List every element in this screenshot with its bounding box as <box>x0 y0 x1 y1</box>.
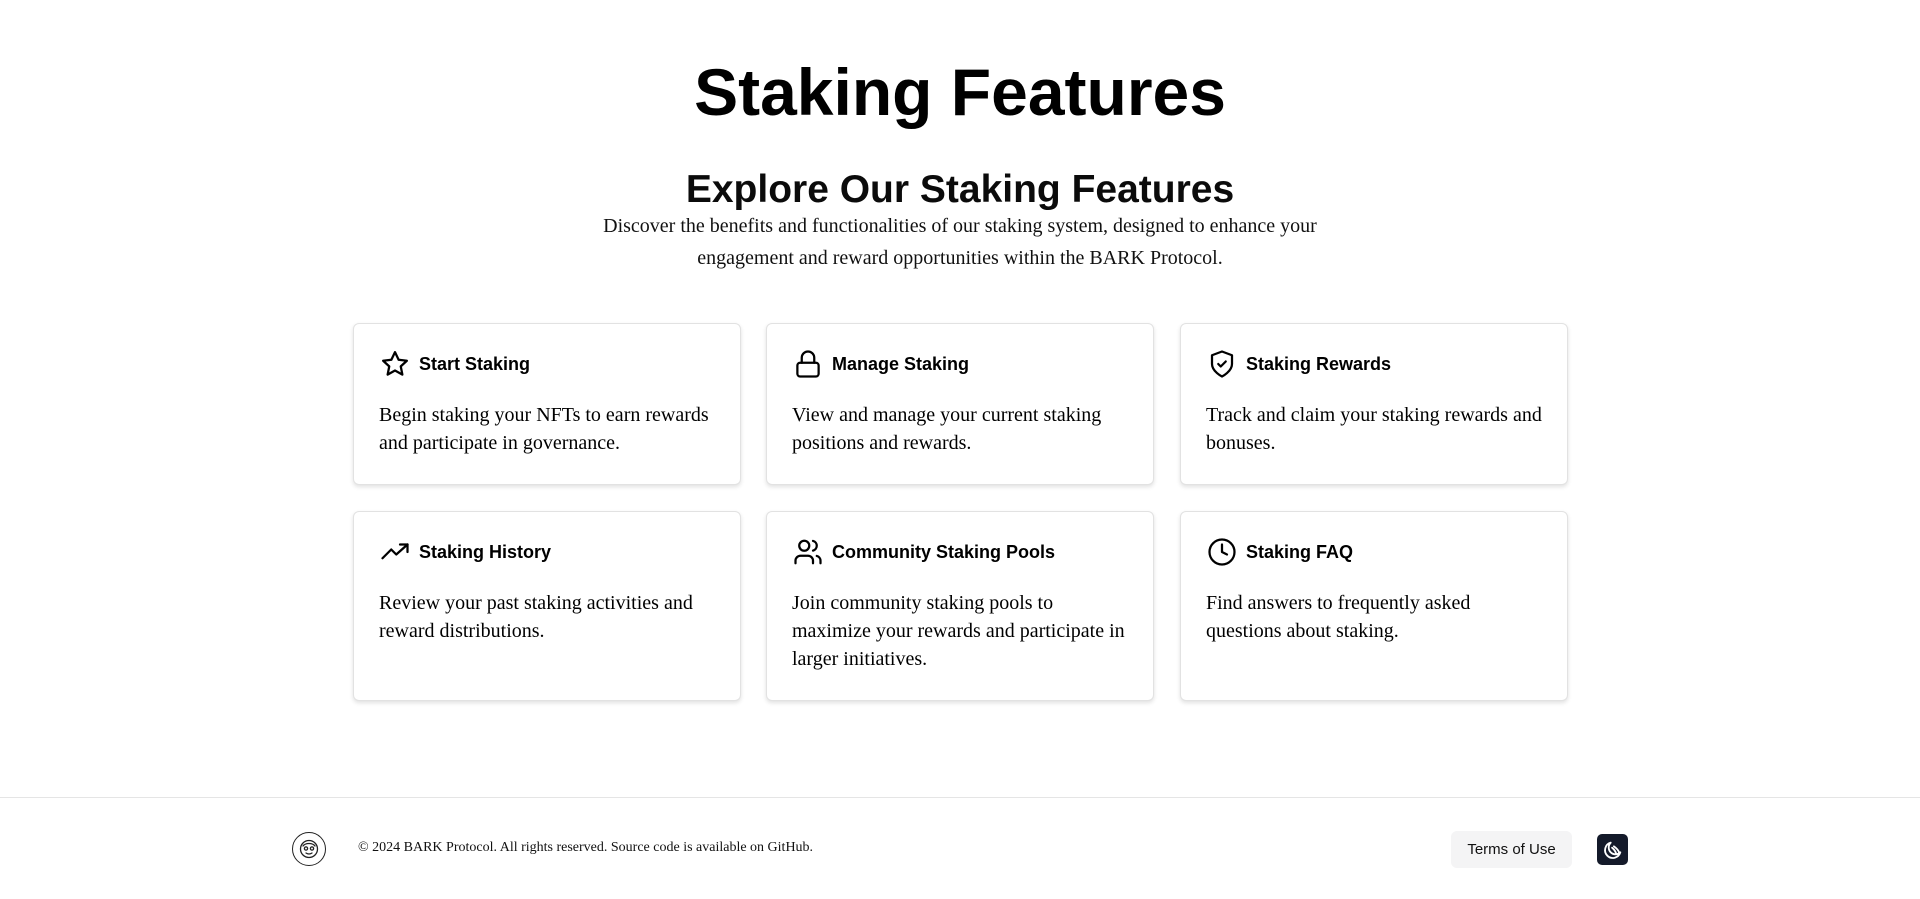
feature-description: View and manage your current staking pos… <box>792 404 1102 454</box>
feature-description: Track and claim your staking rewards and… <box>1206 404 1542 454</box>
feature-title: Staking Rewards <box>1246 353 1392 374</box>
bark-logo-icon[interactable] <box>292 832 326 866</box>
feature-title: Start Staking <box>419 353 531 374</box>
feature-card-community-staking-pools[interactable]: Community Staking Pools Join community s… <box>766 511 1154 701</box>
feature-description: Begin staking your NFTs to earn rewards … <box>379 404 709 454</box>
feature-description: Review your past staking activities and … <box>379 592 693 642</box>
feature-title: Community Staking Pools <box>832 541 1056 562</box>
shield-check-icon <box>1206 348 1238 380</box>
feature-card-staking-rewards[interactable]: Staking Rewards Track and claim your sta… <box>1180 323 1568 485</box>
star-icon <box>379 348 411 380</box>
feature-card-staking-history[interactable]: Staking History Review your past staking… <box>353 511 741 701</box>
feature-card-start-staking[interactable]: Start Staking Begin staking your NFTs to… <box>353 323 741 485</box>
footer: © 2024 BARK Protocol. All rights reserve… <box>0 797 1920 899</box>
clock-icon <box>1206 536 1238 568</box>
feature-title: Manage Staking <box>832 353 970 374</box>
section-title: Explore Our Staking Features <box>685 168 1235 211</box>
feature-description: Find answers to frequently asked questio… <box>1206 592 1471 642</box>
trending-up-icon <box>379 536 411 568</box>
feature-card-staking-faq[interactable]: Staking FAQ Find answers to frequently a… <box>1180 511 1568 701</box>
feature-title: Staking History <box>419 541 552 562</box>
terms-of-use-button[interactable]: Terms of Use <box>1451 831 1572 868</box>
feature-title: Staking FAQ <box>1246 541 1354 562</box>
page-title: Staking Features <box>694 55 1226 129</box>
footer-copyright: © 2024 BARK Protocol. All rights reserve… <box>358 840 814 855</box>
users-icon <box>792 536 824 568</box>
feature-description: Join community staking pools to maximize… <box>792 592 1125 670</box>
feature-card-manage-staking[interactable]: Manage Staking View and manage your curr… <box>766 323 1154 485</box>
lock-icon <box>792 348 824 380</box>
theme-toggle-button[interactable] <box>1597 834 1628 865</box>
section-description: Discover the benefits and functionalitie… <box>603 215 1317 269</box>
theme-toggle-icon <box>1603 841 1621 859</box>
